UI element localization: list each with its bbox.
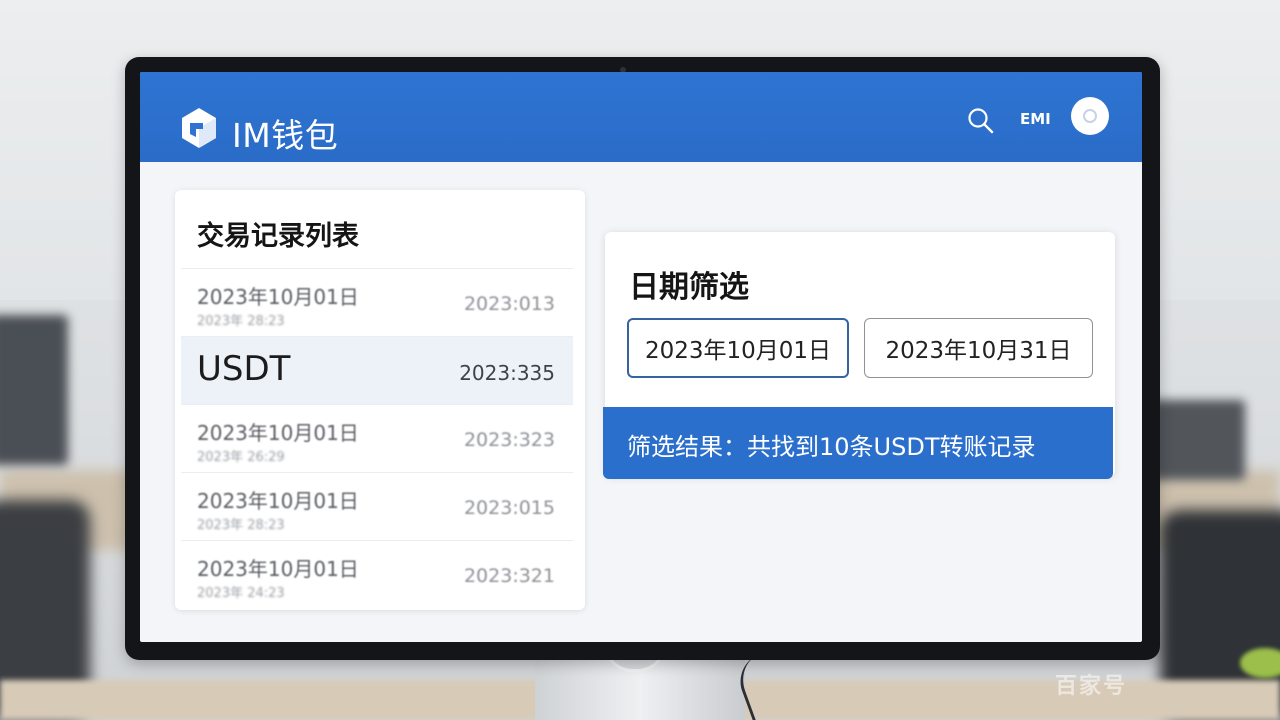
transaction-date: 2023年10月01日	[197, 557, 359, 581]
header-label[interactable]: EMI	[1020, 110, 1051, 128]
transaction-list: 2023年10月01日 2023年 28:23 2023:013 USDT 20…	[181, 268, 573, 608]
transaction-row[interactable]: 2023年10月01日 2023年 26:29 2023:323	[181, 404, 573, 472]
avatar-inner	[1083, 109, 1097, 123]
transaction-date: 2023年10月01日	[197, 489, 359, 513]
background-monitor	[0, 315, 68, 465]
transaction-row[interactable]: 2023年10月01日 2023年 28:23 2023:015	[181, 472, 573, 540]
transaction-time: 2023年 28:23	[197, 314, 285, 329]
date-filter-title: 日期筛选	[629, 270, 749, 305]
transaction-amount: 2023:013	[463, 293, 555, 315]
transaction-time: 2023年 24:23	[197, 586, 285, 601]
watermark: 百家号	[1055, 674, 1128, 699]
transaction-amount: 2023:321	[463, 565, 555, 587]
transaction-list-title: 交易记录列表	[197, 221, 359, 252]
search-icon[interactable]	[966, 106, 996, 136]
app-title: IM钱包	[232, 116, 339, 155]
end-date-field[interactable]: 2023年10月31日	[864, 318, 1093, 378]
transaction-list-panel: 交易记录列表 2023年10月01日 2023年 28:23 2023:013 …	[175, 190, 585, 610]
app-screen: IM钱包 EMI 交易记录列表 2023年10月01日 2023年 28:23 …	[140, 72, 1142, 642]
cube-logo-icon	[182, 108, 216, 148]
transaction-row[interactable]: 2023年10月01日 2023年 28:23 2023:013	[181, 268, 573, 336]
background-monitor	[1150, 400, 1245, 480]
app-header: IM钱包 EMI	[140, 72, 1142, 162]
transaction-amount: 2023:323	[463, 429, 555, 451]
transaction-time: 2023年 26:29	[197, 450, 285, 465]
transaction-row[interactable]: 2023年10月01日 2023年 24:23 2023:321	[181, 540, 573, 608]
transaction-amount: 2023:335	[459, 361, 555, 385]
filter-result-bar: 筛选结果：共找到10条USDT转账记录	[603, 407, 1113, 479]
date-filter-panel: 日期筛选 2023年10月01日 2023年10月31日 筛选结果：共找到10条…	[603, 232, 1115, 479]
filter-result-text: 筛选结果：共找到10条USDT转账记录	[627, 433, 1036, 461]
transaction-date: USDT	[197, 349, 291, 389]
transaction-row-selected[interactable]: USDT 2023:335	[181, 336, 573, 404]
transaction-date: 2023年10月01日	[197, 285, 359, 309]
transaction-time: 2023年 28:23	[197, 518, 285, 533]
transaction-amount: 2023:015	[463, 497, 555, 519]
avatar-icon[interactable]	[1071, 97, 1109, 135]
start-date-field[interactable]: 2023年10月01日	[627, 318, 849, 378]
transaction-date: 2023年10月01日	[197, 421, 359, 445]
